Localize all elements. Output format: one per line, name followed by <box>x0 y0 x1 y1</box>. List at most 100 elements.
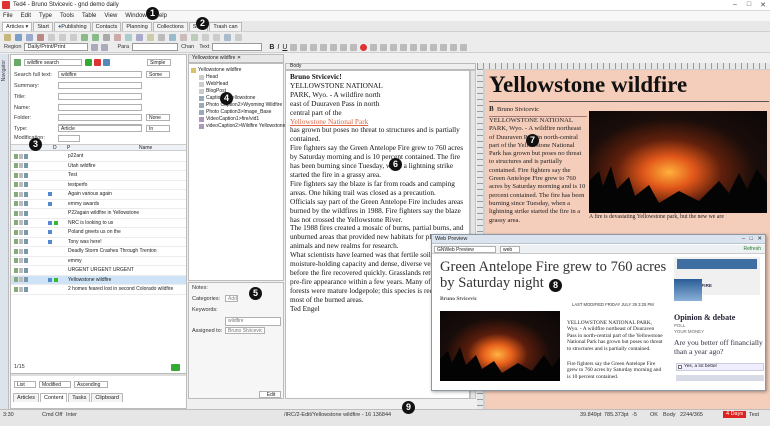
article-tab[interactable]: Yellowstone wildfire ✕ <box>188 54 284 63</box>
history-icon[interactable] <box>213 33 220 41</box>
tools-icon[interactable] <box>224 33 231 41</box>
poll-option[interactable]: Yes, a lot better <box>676 363 764 371</box>
tree-item[interactable]: Head <box>191 74 285 81</box>
tab-content[interactable]: Content <box>40 393 68 402</box>
sort-list-select[interactable]: List <box>14 381 36 388</box>
keywords-input[interactable]: wildfire <box>225 317 281 326</box>
saved-search-select[interactable]: wildfire search <box>24 59 82 66</box>
summary-input[interactable] <box>58 82 142 89</box>
col-d[interactable]: D <box>53 145 57 151</box>
list-item[interactable]: NRC is looking to us <box>11 219 186 228</box>
list-item[interactable]: emmy awards <box>11 200 186 209</box>
region-select[interactable]: Daily/Print/Print <box>24 43 89 51</box>
refresh-button[interactable]: Refresh <box>743 246 761 252</box>
list-item-selected[interactable]: Yellowstone wildfire <box>11 275 186 285</box>
tab-trash-can[interactable]: Trash can <box>209 22 242 31</box>
list-item[interactable]: Utah wildfire <box>11 162 186 171</box>
list-item[interactable]: testperfo <box>11 181 186 190</box>
list-item[interactable]: Poland greets us on the <box>11 228 186 238</box>
edit-button[interactable]: Edit <box>259 391 281 398</box>
list-item[interactable]: p22ant <box>11 152 186 162</box>
tree-item[interactable]: VideoCaption1>fire/vid1 <box>191 116 285 123</box>
italic-icon[interactable]: I <box>277 44 279 51</box>
underline-icon[interactable]: U <box>282 44 287 51</box>
search-toggle-icon[interactable] <box>14 59 21 66</box>
tab-planning[interactable]: Planning <box>122 22 152 31</box>
search-full-text-input[interactable]: wildfire <box>58 71 142 78</box>
menu-window[interactable]: Window <box>125 13 146 19</box>
tree-item[interactable]: WebHead <box>191 81 285 88</box>
table-grid-icon[interactable] <box>430 43 438 51</box>
maximize-icon[interactable]: □ <box>750 235 753 244</box>
menu-table[interactable]: Table <box>82 13 96 19</box>
list-item[interactable]: P22again wildfire in Yellowstone <box>11 209 186 219</box>
undo-icon[interactable] <box>81 33 88 41</box>
style2-icon[interactable] <box>101 43 109 51</box>
remove-search-icon[interactable] <box>94 59 101 66</box>
tree-item[interactable]: Photo Caption2>Wyoming Wildfire <box>191 102 285 109</box>
redo-icon[interactable] <box>92 33 99 41</box>
folder-none-select[interactable]: None <box>146 114 170 121</box>
track-icon[interactable] <box>450 43 458 51</box>
menu-view[interactable]: View <box>104 13 117 19</box>
web-icon[interactable] <box>180 33 187 41</box>
color-icon[interactable] <box>410 43 418 51</box>
publish-icon[interactable] <box>191 33 198 41</box>
justify-icon[interactable] <box>320 43 328 51</box>
find-icon[interactable] <box>103 33 110 41</box>
folder-select[interactable] <box>58 114 142 121</box>
align-center-icon[interactable] <box>300 43 308 51</box>
col-p[interactable]: P <box>67 145 70 151</box>
minimize-icon[interactable]: – <box>728 1 742 9</box>
link-icon[interactable] <box>136 33 143 41</box>
preview-channel-select[interactable]: GNWeb Preview <box>434 246 496 253</box>
menu-file[interactable]: File <box>3 13 13 19</box>
list-icon[interactable] <box>330 43 338 51</box>
status-inter[interactable]: Inter <box>66 412 77 418</box>
modification-select[interactable] <box>58 135 80 142</box>
comment-icon[interactable] <box>460 43 468 51</box>
spell-icon[interactable] <box>147 33 154 41</box>
para-select[interactable] <box>132 43 179 51</box>
bold-icon[interactable]: B <box>269 44 274 51</box>
print-icon[interactable] <box>37 33 44 41</box>
assigned-select[interactable]: Bruno Stvicevic <box>225 327 265 334</box>
list-item[interactable]: Tony was here! <box>11 238 186 247</box>
title-input[interactable] <box>58 93 142 100</box>
notes-icon[interactable] <box>235 33 242 41</box>
copy-icon[interactable] <box>59 33 66 41</box>
superscript-icon[interactable] <box>370 43 378 51</box>
tree-item[interactable]: BlogPost <box>191 88 285 95</box>
image-icon[interactable] <box>114 33 121 41</box>
simple-select[interactable]: Simple <box>147 59 171 66</box>
menu-tools[interactable]: Tools <box>60 13 74 19</box>
text-select[interactable] <box>212 43 263 51</box>
name-input[interactable] <box>58 104 142 111</box>
menu-edit[interactable]: Edit <box>21 13 31 19</box>
col-name[interactable]: Name <box>139 145 152 151</box>
status-cmd[interactable]: Cmd Off <box>42 412 62 418</box>
new-icon[interactable] <box>4 33 11 41</box>
record-icon[interactable] <box>360 43 368 51</box>
clear-format-icon[interactable] <box>420 43 428 51</box>
layout-icon[interactable] <box>169 33 176 41</box>
refresh-icon[interactable] <box>171 364 180 371</box>
tab-articles-bottom[interactable]: Articles <box>13 393 40 402</box>
some-select[interactable]: Some <box>146 71 170 78</box>
preview-icon[interactable] <box>158 33 165 41</box>
list-item[interactable]: Test <box>11 171 186 181</box>
highlight-icon[interactable] <box>400 43 408 51</box>
table-icon[interactable] <box>125 33 132 41</box>
list-item[interactable]: URGENT URGENT URGENT <box>11 266 186 276</box>
tab-collections[interactable]: Collections <box>152 22 188 31</box>
list-item[interactable]: Deadly Storm Crashes Through Trenton <box>11 247 186 257</box>
tree-item[interactable]: Caption1>Yellowstone <box>191 95 285 102</box>
subscript-icon[interactable] <box>380 43 388 51</box>
list-item[interactable]: Again various again <box>11 190 186 200</box>
open-icon[interactable] <box>15 33 22 41</box>
type-select[interactable]: Article <box>58 125 142 132</box>
park-link[interactable]: Yellowstone National Park <box>290 117 368 126</box>
align-left-icon[interactable] <box>290 43 298 51</box>
preview-type-select[interactable]: web <box>500 246 520 253</box>
tab-articles[interactable]: Articles ▾ <box>2 22 33 31</box>
